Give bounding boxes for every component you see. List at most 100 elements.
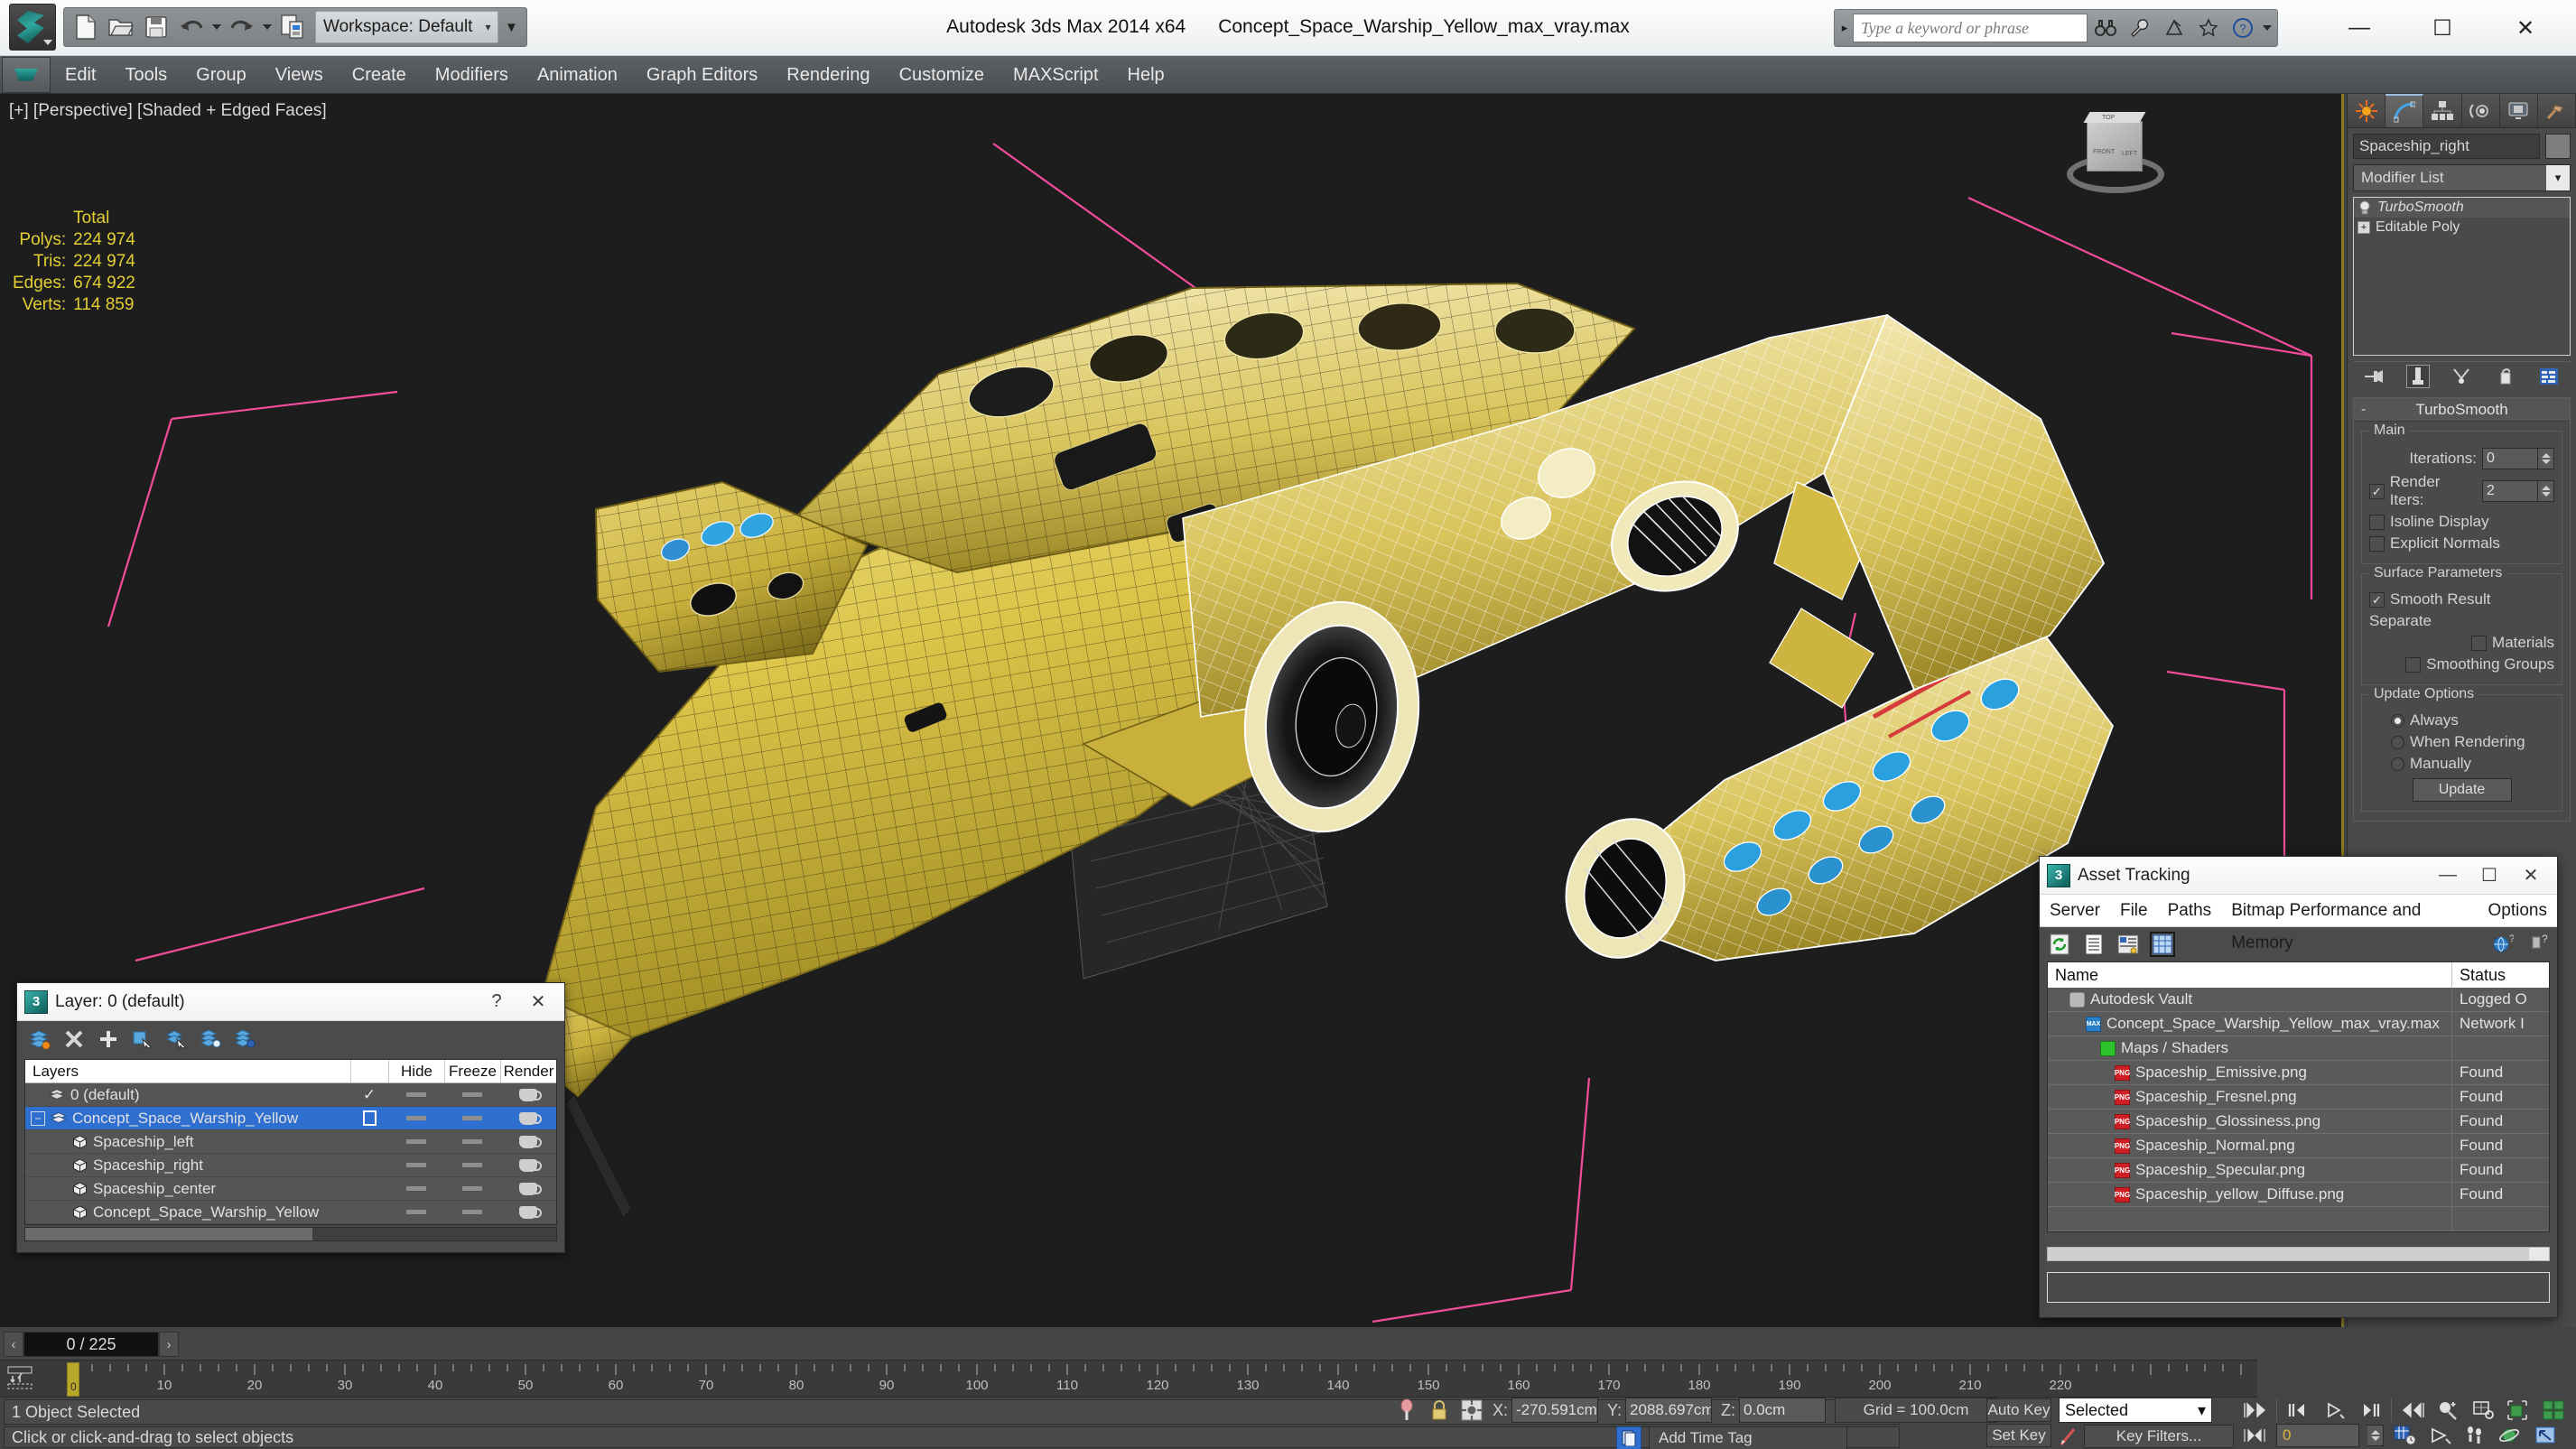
layer-freeze-toggle[interactable] [444, 1139, 500, 1144]
layer-freeze-toggle[interactable] [444, 1092, 500, 1097]
time-slider-thumb[interactable]: 0 [67, 1362, 79, 1397]
minimize-button[interactable]: — [2318, 7, 2401, 49]
layer-horizontal-scrollbar[interactable] [24, 1227, 557, 1241]
asset-row[interactable]: PNG Spaceship_yellow_Diffuse.png Found [2048, 1183, 2549, 1207]
layer-render-toggle[interactable] [500, 1135, 556, 1148]
communication-center-icon[interactable] [2158, 12, 2190, 44]
layer-properties-icon[interactable] [234, 1027, 257, 1051]
rollout-header[interactable]: - TurboSmooth [2354, 398, 2570, 422]
render-iters-value[interactable]: 2 [2482, 480, 2538, 502]
iterations-value[interactable]: 0 [2482, 448, 2538, 469]
configure-modifier-sets-icon[interactable] [2537, 365, 2561, 388]
view-cube-box[interactable]: TOP FRONT LEFT [2083, 112, 2146, 172]
menu-rendering[interactable]: Rendering [772, 56, 884, 94]
motion-tab[interactable] [2461, 94, 2500, 127]
asset-horizontal-scrollbar[interactable] [2047, 1247, 2550, 1261]
orbit-icon[interactable] [2497, 1424, 2525, 1447]
menu-help[interactable]: Help [1113, 56, 1179, 94]
layer-row[interactable]: 0 (default) ✓ [25, 1083, 556, 1107]
time-configuration-icon[interactable] [2392, 1424, 2419, 1447]
modifier-stack-item-editable-poly[interactable]: + Editable Poly [2354, 218, 2570, 237]
zoom-all-viewports-icon[interactable] [2541, 1398, 2568, 1422]
help-icon[interactable]: ? [2227, 12, 2259, 44]
modifier-list-dropdown[interactable]: Modifier List ▾ [2353, 164, 2571, 191]
iterations-spinner[interactable]: 0 [2482, 448, 2554, 469]
grid-view-icon[interactable] [2150, 932, 2175, 957]
utilities-tab[interactable] [2537, 94, 2576, 127]
help-globe-icon[interactable]: ? [2490, 932, 2516, 957]
asset-tracking-dialog[interactable]: 3 Asset Tracking — ☐ ✕ Server File Paths… [2039, 856, 2558, 1318]
update-manually-radio[interactable] [2391, 757, 2404, 771]
y-value-field[interactable]: 2088.697cm [1625, 1398, 1713, 1423]
layer-freeze-toggle[interactable] [444, 1163, 500, 1167]
current-frame-field[interactable]: 0 [2276, 1424, 2359, 1447]
object-color-swatch[interactable] [2545, 134, 2571, 159]
layer-row[interactable]: − Concept_Space_Warship_Yellow [25, 1107, 556, 1130]
redo-icon[interactable] [226, 11, 258, 43]
set-key-pencil-icon[interactable] [2059, 1426, 2078, 1447]
workspace-selector[interactable]: Workspace: Default ▾ [315, 11, 499, 43]
layer-hide-toggle[interactable] [388, 1163, 444, 1167]
layer-dialog-close-button[interactable]: ✕ [517, 984, 559, 1020]
layer-row[interactable]: Spaceship_right [25, 1154, 556, 1177]
layer-render-toggle[interactable] [500, 1158, 556, 1172]
menu-file[interactable]: File [2110, 895, 2158, 927]
layer-dialog-help-button[interactable]: ? [476, 984, 517, 1020]
update-when-rendering-radio[interactable] [2391, 735, 2404, 749]
menu-customize[interactable]: Customize [885, 56, 999, 94]
explicit-normals-checkbox[interactable] [2369, 535, 2385, 552]
help-icon[interactable]: ? [2525, 932, 2550, 957]
asset-row[interactable]: Autodesk Vault Logged O [2048, 988, 2549, 1012]
layer-current-indicator[interactable] [350, 1110, 388, 1126]
asset-row[interactable]: Maps / Shaders [2048, 1036, 2549, 1061]
menu-options[interactable]: Options [2478, 895, 2557, 927]
add-selection-to-layer-icon[interactable] [97, 1027, 120, 1051]
key-mode-selector[interactable]: Selected ▾ [2059, 1398, 2212, 1423]
infocenter-expand-icon[interactable]: ▸ [1838, 21, 1851, 35]
smoothing-groups-checkbox[interactable] [2405, 656, 2422, 673]
layer-render-toggle[interactable] [500, 1088, 556, 1101]
asset-tracking-close-button[interactable]: ✕ [2510, 858, 2552, 894]
asset-tracking-minimize-button[interactable]: — [2427, 858, 2469, 894]
new-file-icon[interactable] [70, 11, 102, 43]
modify-tab[interactable] [2385, 94, 2424, 127]
walk-through-icon[interactable] [2462, 1424, 2489, 1447]
create-new-layer-icon[interactable] [28, 1027, 51, 1051]
remove-modifier-icon[interactable] [2494, 365, 2517, 388]
view-cube[interactable]: TOP FRONT LEFT [2061, 112, 2170, 202]
x-value-field[interactable]: -270.591cm [1511, 1398, 1599, 1423]
modifier-stack[interactable]: TurboSmooth + Editable Poly [2353, 197, 2571, 356]
pin-stack-icon[interactable] [2363, 365, 2386, 388]
layer-current-indicator[interactable]: ✓ [350, 1086, 388, 1104]
absolute-relative-toggle-icon[interactable] [1460, 1398, 1483, 1422]
spinner-arrows-icon[interactable] [2367, 1425, 2384, 1446]
select-objects-in-layer-icon[interactable] [131, 1027, 154, 1051]
auto-key-button[interactable]: Auto Key [1986, 1398, 2051, 1422]
undo-icon[interactable] [175, 11, 208, 43]
current-frame-spinner[interactable] [2367, 1425, 2384, 1446]
favorites-star-icon[interactable] [2192, 12, 2225, 44]
asset-tracking-maximize-button[interactable]: ☐ [2469, 858, 2510, 894]
go-to-start-icon[interactable] [2241, 1398, 2268, 1422]
smooth-result-checkbox[interactable]: ✓ [2369, 591, 2385, 608]
menu-modifiers[interactable]: Modifiers [421, 56, 523, 94]
layer-row[interactable]: Spaceship_left [25, 1130, 556, 1154]
layer-freeze-toggle[interactable] [444, 1186, 500, 1191]
make-unique-icon[interactable] [2450, 365, 2473, 388]
selection-lock-icon[interactable] [1427, 1398, 1451, 1422]
add-time-tag-button[interactable]: Add Time Tag [1649, 1426, 1847, 1449]
time-tag-icon[interactable] [1616, 1426, 1641, 1449]
render-setup-icon[interactable] [276, 11, 309, 43]
app-menu-button[interactable] [9, 4, 56, 51]
menu-server[interactable]: Server [2040, 895, 2110, 927]
isoline-display-checkbox[interactable] [2369, 514, 2385, 530]
spinner-arrows-icon[interactable] [2538, 480, 2554, 502]
display-tab[interactable] [2499, 94, 2538, 127]
layer-hide-toggle[interactable] [388, 1116, 444, 1120]
layer-render-toggle[interactable] [500, 1182, 556, 1195]
create-tab[interactable] [2348, 94, 2386, 127]
materials-checkbox[interactable] [2471, 635, 2488, 651]
chevron-down-icon[interactable]: ▾ [2198, 1401, 2206, 1420]
render-iters-checkbox[interactable]: ✓ [2369, 483, 2385, 499]
maximize-button[interactable]: ☐ [2401, 7, 2484, 49]
